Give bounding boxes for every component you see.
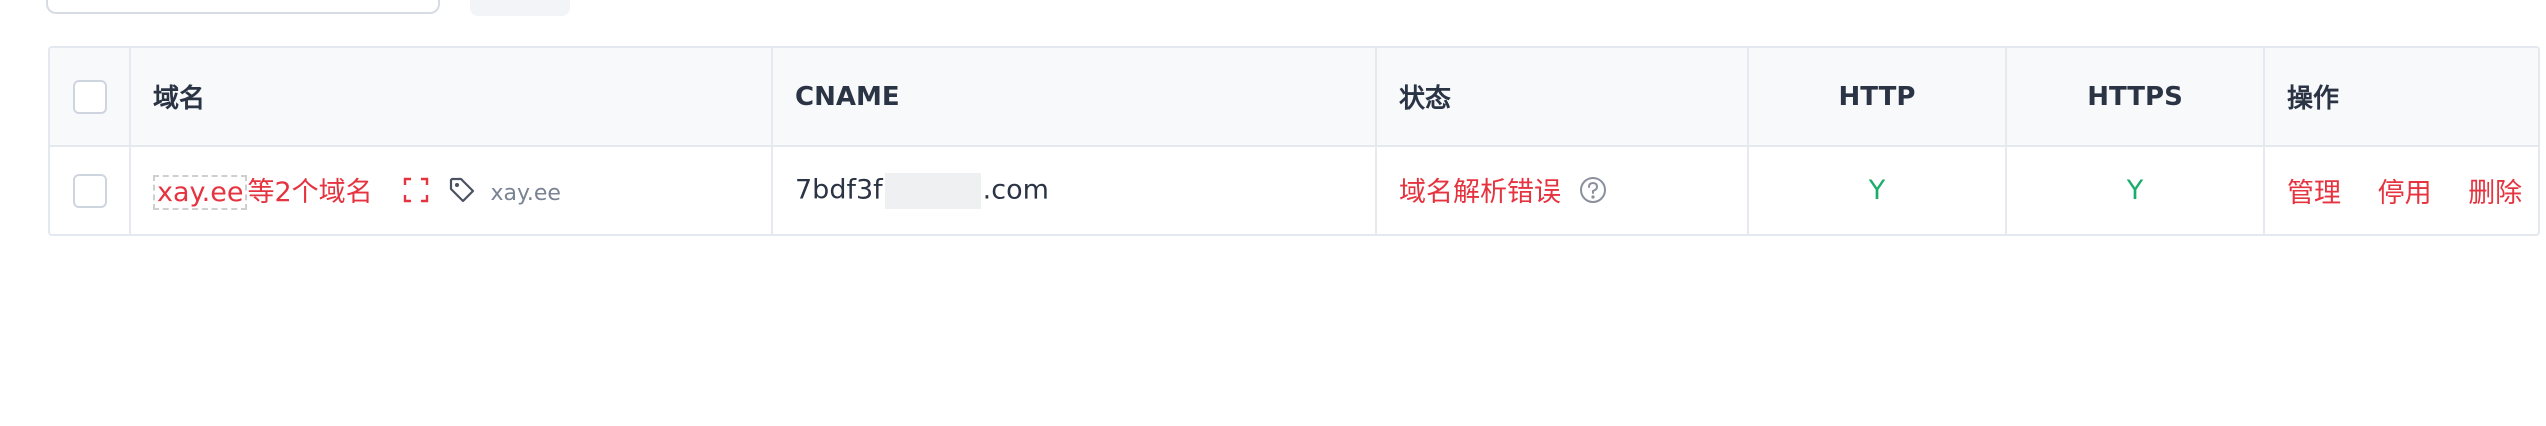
domain-tag-label: xay.ee: [490, 181, 561, 206]
cname-suffix: .com: [982, 174, 1049, 205]
domain-table: 域名 CNAME 状态 HTTP HTTPS 操作 xay.ee 等2个域名 x…: [48, 46, 2540, 236]
search-button[interactable]: [470, 0, 570, 16]
tag-icon: [448, 176, 476, 211]
cname-redacted-mask: [884, 172, 981, 209]
page: 域名 CNAME 状态 HTTP HTTPS 操作 xay.ee 等2个域名 x…: [0, 0, 2546, 426]
https-value: Y: [2126, 175, 2144, 206]
cname-prefix: 7bdf3f: [795, 174, 883, 205]
cname-cell: 7bdf3f .com: [772, 146, 1377, 234]
header-https: HTTPS: [2006, 48, 2265, 146]
row-checkbox[interactable]: [72, 173, 107, 208]
manage-button[interactable]: 管理: [2287, 178, 2341, 209]
status-text: 域名解析错误: [1399, 176, 1561, 208]
table-header-row: 域名 CNAME 状态 HTTP HTTPS 操作: [50, 48, 2538, 146]
https-cell: Y: [2006, 146, 2265, 234]
question-circle-icon[interactable]: [1578, 175, 1608, 212]
http-cell: Y: [1748, 146, 2007, 234]
delete-button[interactable]: 删除: [2468, 178, 2522, 209]
status-cell: 域名解析错误: [1376, 146, 1749, 234]
domain-cell: xay.ee 等2个域名 xay.ee: [130, 146, 773, 234]
search-input[interactable]: [46, 0, 440, 14]
row-checkbox-cell: [50, 146, 131, 234]
header-cname: CNAME: [772, 48, 1377, 146]
http-value: Y: [1868, 175, 1886, 206]
domain-primary-link[interactable]: xay.ee: [153, 175, 248, 210]
table-row: xay.ee 等2个域名 xay.ee 7bdf3f .com 域名解析错误 Y…: [50, 146, 2538, 234]
domain-more-text: 等2个域名: [247, 177, 373, 208]
header-domain: 域名: [130, 48, 773, 146]
actions-cell: 管理 停用 删除: [2264, 146, 2538, 234]
header-actions: 操作: [2287, 84, 2340, 114]
disable-button[interactable]: 停用: [2378, 178, 2432, 209]
header-status: 状态: [1376, 48, 1749, 146]
select-all-checkbox[interactable]: [72, 79, 107, 114]
header-checkbox-cell: [50, 48, 131, 146]
header-http: HTTP: [1748, 48, 2007, 146]
expand-icon[interactable]: [403, 177, 429, 210]
